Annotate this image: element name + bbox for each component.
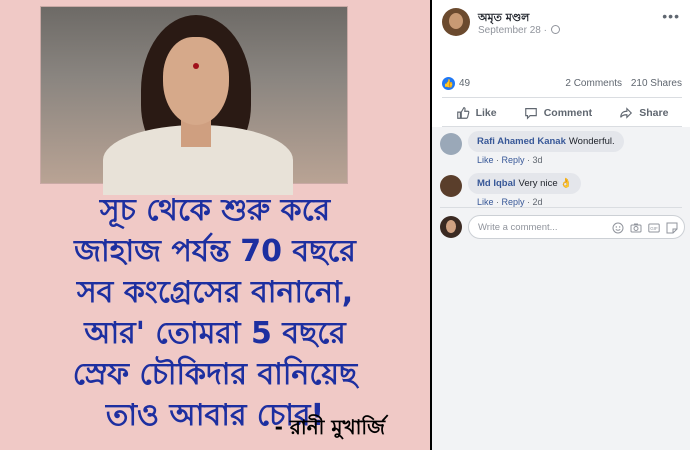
comments-section: Rafi Ahamed Kanak Wonderful. Like · Reply… [432, 127, 690, 450]
share-button[interactable]: Share [619, 102, 668, 124]
commenter-name[interactable]: Md Iqbal [477, 178, 516, 189]
comment-input[interactable]: Write a comment... GIF [468, 215, 685, 239]
shares-count[interactable]: 210 Shares [631, 78, 682, 89]
divider [440, 207, 682, 208]
author-avatar[interactable] [442, 8, 470, 36]
post-header: অমৃত মণ্ডল September 28 · ••• [442, 8, 682, 38]
comment-reply-link[interactable]: Reply [502, 197, 525, 207]
quote-line: স্রেফ চৌকিদার বানিয়েছ [72, 357, 358, 392]
post-actions: Like Comment Share [442, 102, 682, 124]
camera-icon[interactable] [630, 222, 642, 234]
thumbs-up-icon [456, 107, 469, 119]
svg-text:GIF: GIF [650, 226, 658, 231]
facebook-post-panel: অমৃত মণ্ডল September 28 · ••• 👍 49 2 Com… [432, 0, 690, 450]
comment-bubble: Rafi Ahamed Kanak Wonderful. [468, 131, 624, 152]
quote-line: সব কংগ্রেসের বানানো, [76, 275, 354, 310]
comment-text: Very nice 👌 [518, 178, 573, 189]
comment-bubble: Md Iqbal Very nice 👌 [468, 173, 582, 194]
comment-button[interactable]: Comment [524, 102, 592, 124]
post-date-text[interactable]: September 28 · [478, 25, 547, 36]
sticker-icon[interactable] [666, 222, 678, 234]
like-button[interactable]: Like [456, 102, 497, 124]
commenter-name[interactable]: Rafi Ahamed Kanak [477, 136, 566, 147]
quote-line: জাহাজ পর্যন্ত 70 বছরে [74, 234, 356, 269]
photo-face [163, 37, 229, 125]
globe-icon [550, 25, 560, 34]
quote-line: আর' তোমরা 5 বছরে [84, 316, 346, 351]
emoji-icon[interactable] [612, 222, 624, 234]
share-label: Share [639, 107, 669, 119]
quote-attribution: - রানী মুখার্জি [274, 415, 385, 439]
comment-meta: Like · Reply · 2d [477, 197, 543, 207]
comment-meta: Like · Reply · 3d [477, 155, 543, 165]
comment-like-link[interactable]: Like [477, 155, 494, 165]
current-user-avatar [440, 216, 462, 238]
commenter-avatar[interactable] [440, 133, 462, 155]
comment-text: Wonderful. [568, 136, 615, 147]
like-label: Like [475, 107, 497, 119]
gif-icon[interactable]: GIF [648, 222, 660, 234]
comment-icon [524, 108, 537, 120]
post-stats: 👍 49 2 Comments 210 Shares [442, 76, 682, 92]
post-date[interactable]: September 28 · [478, 25, 560, 36]
comment-time[interactable]: 3d [533, 155, 543, 165]
comment-input-placeholder: Write a comment... [478, 222, 558, 233]
comment-time[interactable]: 2d [533, 197, 543, 207]
comment-input-icons: GIF [612, 222, 678, 234]
comments-count[interactable]: 2 Comments [565, 78, 622, 89]
comment-like-link[interactable]: Like [477, 197, 494, 207]
actress-photo [40, 6, 348, 195]
quote-line: সূচ থেকে শুরু করে [99, 193, 331, 228]
likes-count[interactable]: 49 [459, 78, 470, 89]
post-image[interactable]: সূচ থেকে শুরু করে জাহাজ পর্যন্ত 70 বছরে … [0, 0, 430, 450]
divider [442, 97, 682, 98]
quote-text: সূচ থেকে শুরু করে জাহাজ পর্যন্ত 70 বছরে … [0, 190, 430, 436]
photo-bindi [193, 63, 199, 69]
share-icon [620, 107, 633, 119]
more-icon[interactable]: ••• [662, 8, 680, 24]
like-reaction-icon[interactable]: 👍 [442, 77, 455, 90]
write-comment-row: Write a comment... GIF [440, 214, 685, 240]
comment-label: Comment [543, 107, 593, 119]
comment-reply-link[interactable]: Reply [502, 155, 525, 165]
commenter-avatar[interactable] [440, 175, 462, 197]
